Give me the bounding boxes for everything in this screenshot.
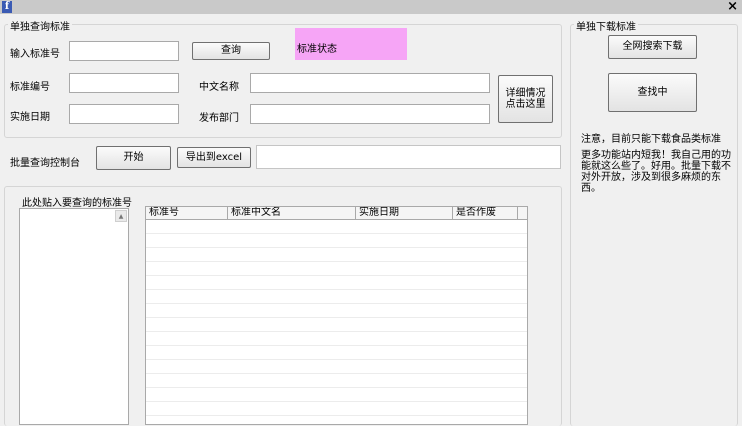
grid-row-line (146, 261, 527, 262)
cn-name-field[interactable] (250, 73, 490, 93)
std-no-label: 标准编号 (10, 82, 50, 93)
download-note-line1: 注意，目前只能下载食品类标准 (581, 134, 721, 145)
web-search-download-button[interactable]: 全网搜索下载 (608, 35, 697, 59)
details-button[interactable]: 详细情况 点击这里 (498, 75, 553, 123)
grid-row-line (146, 331, 527, 332)
title-bar (0, 0, 742, 14)
grid-row-line (146, 415, 527, 416)
column-header-cn-name[interactable]: 标准中文名 (228, 207, 356, 219)
batch-paste-group-title: 此处贴入要查询的标准号 (20, 194, 134, 209)
grid-row-line (146, 247, 527, 248)
results-grid-header: 标准号 标准中文名 实施日期 是否作废 (146, 207, 527, 220)
impl-date-field[interactable] (69, 104, 179, 124)
publisher-field[interactable] (250, 104, 490, 124)
std-no-field[interactable] (69, 73, 179, 93)
grid-row-line (146, 317, 527, 318)
grid-row-line (146, 359, 527, 360)
grid-row-line (146, 401, 527, 402)
single-download-group-title: 单独下载标准 (574, 18, 638, 33)
status-label: 标准状态 (297, 44, 337, 55)
column-header-impl-date[interactable]: 实施日期 (356, 207, 453, 219)
input-std-no-field[interactable] (69, 41, 179, 61)
grid-row-line (146, 275, 527, 276)
grid-row-line (146, 233, 527, 234)
grid-row-line (146, 387, 527, 388)
searching-button[interactable]: 查找中 (608, 73, 697, 112)
scroll-up-arrow-icon[interactable]: ▲ (115, 210, 127, 222)
grid-row-line (146, 345, 527, 346)
start-button[interactable]: 开始 (96, 146, 171, 170)
results-grid[interactable]: 标准号 标准中文名 实施日期 是否作废 (145, 206, 528, 425)
download-note-line2: 更多功能站内短我！我自己用的功能就这么些了。好用。批量下载不对外开放，涉及到很多… (581, 150, 731, 194)
column-header-std-no[interactable]: 标准号 (146, 207, 228, 219)
single-query-group-title: 单独查询标准 (8, 18, 72, 33)
grid-row-line (146, 373, 527, 374)
std-no-paste-list[interactable] (19, 208, 129, 425)
grid-row-line (146, 303, 527, 304)
batch-console-label: 批量查询控制台 (10, 158, 80, 169)
cn-name-label: 中文名称 (199, 82, 239, 93)
grid-row-line (146, 289, 527, 290)
query-button[interactable]: 查询 (192, 42, 270, 60)
publisher-label: 发布部门 (199, 113, 239, 124)
app-icon: f (2, 1, 12, 13)
export-excel-button[interactable]: 导出到excel (177, 147, 251, 168)
impl-date-label: 实施日期 (10, 112, 50, 123)
close-icon[interactable]: × (727, 0, 738, 14)
batch-status-field[interactable] (256, 145, 561, 169)
column-header-obsolete[interactable]: 是否作废 (453, 207, 518, 219)
input-std-no-label: 输入标准号 (10, 49, 60, 60)
